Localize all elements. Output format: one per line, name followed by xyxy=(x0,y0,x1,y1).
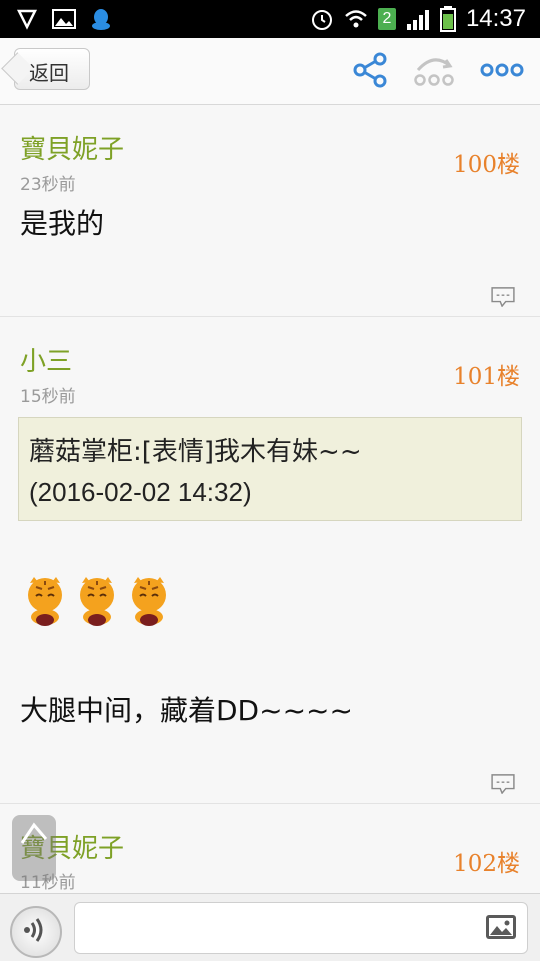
quoted-reply[interactable]: 蘑菇掌柜:[表情]我木有妹~~ (2016-02-02 14:32) xyxy=(18,417,522,521)
qq-icon xyxy=(92,9,110,30)
comment-icon[interactable] xyxy=(490,287,516,307)
arrow-up-icon xyxy=(20,822,48,844)
post-item: 小三 15秒前 101楼 蘑菇掌柜:[表情]我木有妹~~ (2016-02-02… xyxy=(0,317,540,804)
clock: 14:37 xyxy=(465,5,526,32)
post-time: 15秒前 xyxy=(20,387,76,407)
quoted-reply-line2: (2016-02-02 14:32) xyxy=(29,477,252,507)
tiger-emoji xyxy=(28,577,62,626)
image-insert-icon[interactable] xyxy=(485,914,517,940)
post-time: 23秒前 xyxy=(20,175,76,195)
post-item: 寶貝妮子 11秒前 102楼 xyxy=(0,804,540,893)
battery-icon xyxy=(439,6,456,32)
reply-input-bar xyxy=(0,893,540,961)
status-bar: 2 14:37 xyxy=(0,0,540,38)
signal-icon xyxy=(406,10,429,30)
post-author[interactable]: 小三 xyxy=(20,341,72,378)
emoji-row xyxy=(22,575,172,627)
top-nav-bar: 返回 xyxy=(0,38,540,105)
voice-icon xyxy=(24,918,43,942)
back-button[interactable]: 返回 xyxy=(14,48,90,90)
quoted-reply-line1: 蘑菇掌柜:[表情]我木有妹~~ xyxy=(29,437,362,467)
share-icon[interactable] xyxy=(352,52,388,88)
reply-text-input[interactable] xyxy=(74,902,528,954)
voice-button[interactable] xyxy=(10,906,62,958)
post-floor: 101楼 xyxy=(453,364,520,390)
wifi-icon xyxy=(345,10,367,28)
comment-icon[interactable] xyxy=(490,774,516,794)
alarm-icon xyxy=(311,10,332,30)
post-floor: 100楼 xyxy=(453,152,520,178)
more-icon[interactable] xyxy=(480,60,524,80)
back-button-label: 返回 xyxy=(29,61,69,85)
shield-icon xyxy=(16,9,38,30)
image-icon xyxy=(52,9,76,29)
post-content: 是我的 xyxy=(20,207,105,240)
sim-badge: 2 xyxy=(377,8,396,30)
post-floor: 102楼 xyxy=(453,851,520,877)
back-to-top-button[interactable] xyxy=(12,815,56,881)
post-item: 寶貝妮子 23秒前 100楼 是我的 xyxy=(0,105,540,317)
tiger-emoji xyxy=(80,577,114,626)
repost-icon[interactable] xyxy=(412,52,456,88)
quoted-reply-text: 蘑菇掌柜:[表情]我木有妹~~ (2016-02-02 14:32) xyxy=(29,432,362,512)
tiger-emoji xyxy=(132,577,166,626)
post-author[interactable]: 寶貝妮子 xyxy=(20,129,124,166)
post-content: 大腿中间，藏着DD~~~~ xyxy=(20,694,353,727)
